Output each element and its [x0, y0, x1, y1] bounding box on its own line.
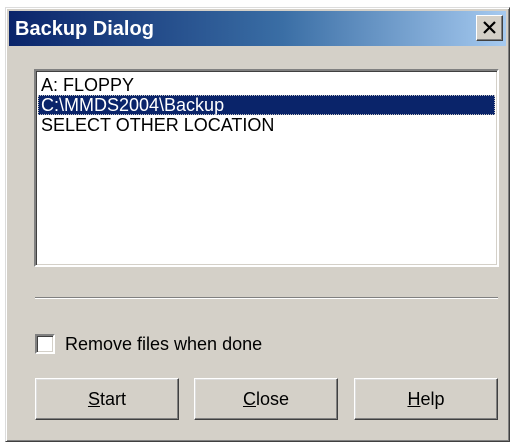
close-button[interactable]: Close — [194, 378, 338, 420]
list-item-select-other-location[interactable]: SELECT OTHER LOCATION — [38, 115, 495, 135]
start-button[interactable]: Start — [35, 378, 179, 420]
backup-location-listbox[interactable]: A: FLOPPY C:\MMDS2004\Backup SELECT OTHE… — [34, 69, 499, 267]
start-button-text: tart — [100, 389, 127, 409]
help-button[interactable]: Help — [354, 378, 498, 420]
list-item-backup-folder[interactable]: C:\MMDS2004\Backup — [38, 95, 495, 115]
separator-line — [35, 297, 498, 299]
close-button-accel: C — [242, 389, 256, 409]
remove-files-label[interactable]: Remove files when done — [65, 334, 262, 355]
start-button-accel: S — [87, 389, 100, 409]
remove-files-checkbox[interactable] — [35, 334, 55, 354]
list-item-floppy[interactable]: A: FLOPPY — [38, 75, 495, 95]
remove-files-option[interactable]: Remove files when done — [35, 333, 262, 355]
title-bar[interactable]: Backup Dialog — [9, 11, 506, 46]
help-button-text: elp — [420, 389, 445, 409]
close-button-text: lose — [255, 389, 290, 409]
window-title: Backup Dialog — [15, 18, 154, 40]
help-button-accel: H — [407, 389, 421, 409]
close-x-icon — [483, 21, 496, 34]
close-window-button[interactable] — [476, 15, 503, 41]
backup-dialog-window: Backup Dialog A: FLOPPY C:\MMDS2004\Back… — [5, 7, 510, 442]
